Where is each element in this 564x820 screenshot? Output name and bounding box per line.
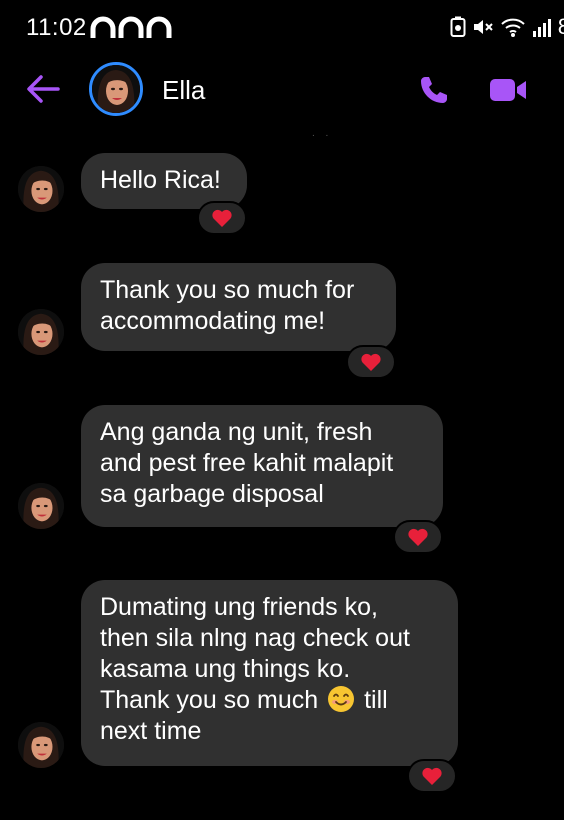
system-icons: 8: [450, 14, 564, 40]
avatar-photo: [18, 309, 64, 355]
message-bubble[interactable]: Ang ganda ng unit, fresh and pest free k…: [81, 405, 443, 527]
heart-icon: [212, 209, 232, 227]
message-reaction[interactable]: [393, 520, 443, 554]
message-text: Thank you so much: [100, 686, 319, 714]
message-text: accommodating me!: [100, 307, 326, 335]
mute-icon: [473, 20, 493, 34]
contact-name[interactable]: Ella: [162, 75, 205, 106]
status-bar: 11:02 8: [0, 0, 564, 52]
message-text: Thank you so much for: [100, 276, 355, 304]
sender-avatar[interactable]: [18, 166, 64, 212]
message-text: Hello Rica!: [100, 166, 221, 194]
message-text: and pest free kahit malapit: [100, 449, 394, 477]
smiling-face-icon: [328, 686, 355, 712]
divider-dots: . .: [312, 128, 333, 139]
message-text-line: Thank you so much till: [100, 685, 439, 716]
message-text: sa garbage disposal: [100, 480, 324, 508]
signal-icon: [532, 19, 551, 37]
heart-icon: [422, 767, 442, 785]
message-text: next time: [100, 717, 202, 745]
avatar-photo: [18, 722, 64, 768]
message-text: Dumating ung friends ko,: [100, 593, 378, 621]
status-time: 11:02: [26, 14, 87, 41]
message-bubble[interactable]: Dumating ung friends ko, then sila nlng …: [81, 580, 458, 766]
message-text: Ang ganda ng unit, fresh: [100, 418, 373, 446]
message-bubble[interactable]: Thank you so much for accommodating me!: [81, 263, 396, 351]
avatar-photo: [18, 166, 64, 212]
avatar-photo: [92, 65, 140, 113]
arch-notification-icon: [118, 16, 144, 38]
battery-saver-icon: [450, 16, 466, 37]
avatar-photo: [18, 483, 64, 529]
voice-call-button[interactable]: [418, 74, 450, 106]
contact-avatar[interactable]: [89, 62, 143, 116]
message-reaction[interactable]: [197, 201, 247, 235]
notification-icons: [90, 16, 172, 40]
battery-level: 8: [557, 14, 564, 39]
heart-icon: [361, 353, 381, 371]
chat-header: Ella: [0, 56, 564, 122]
message-text: then sila nlng nag check out: [100, 624, 410, 652]
phone-icon: [421, 77, 447, 103]
message-text: till: [364, 686, 388, 714]
sender-avatar[interactable]: [18, 483, 64, 529]
heart-icon: [408, 528, 428, 546]
wifi-icon: [501, 18, 525, 37]
arrow-left-icon: [27, 75, 60, 103]
message-reaction[interactable]: [346, 345, 396, 379]
video-camera-icon: [490, 79, 526, 101]
back-button[interactable]: [26, 74, 60, 104]
message-text: kasama ung things ko.: [100, 655, 351, 683]
arch-notification-icon: [146, 16, 172, 38]
sender-avatar[interactable]: [18, 309, 64, 355]
sender-avatar[interactable]: [18, 722, 64, 768]
message-reaction[interactable]: [407, 759, 457, 793]
video-call-button[interactable]: [488, 76, 528, 104]
arch-notification-icon: [90, 16, 116, 38]
